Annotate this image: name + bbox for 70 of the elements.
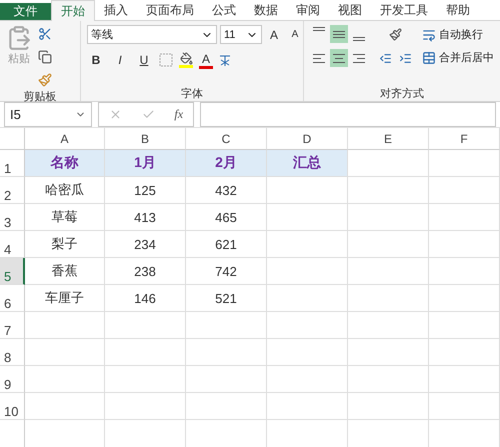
header-cell: 2月 [186,150,267,177]
file-tab[interactable]: 文件 [0,3,51,20]
table-cell: 梨子 [25,231,105,258]
table-cell: 238 [105,258,186,285]
bold-button[interactable]: B [87,51,105,69]
vertical-align-icon [333,30,345,38]
insert-function-button[interactable]: fx [174,107,184,122]
vertical-align-icon [353,37,365,41]
format-painter-button[interactable] [36,71,54,89]
ribbon-tab[interactable]: 开始 [51,0,95,21]
font-color-button[interactable]: A [199,52,213,68]
merge-center-button[interactable]: 合并后居中 [422,50,494,65]
group-title: 剪贴板 [22,90,58,104]
vertical-align-icon [313,27,325,31]
merge-cells-icon [422,50,436,64]
table-cell: 哈密瓜 [25,177,105,204]
table-cell: 465 [186,204,267,231]
table-cell: 621 [186,231,267,258]
ribbon-tab[interactable]: 页面布局 [137,0,203,20]
grow-font-button[interactable]: A [265,26,283,44]
ribbon-tab[interactable]: 数据 [245,0,287,20]
row-header[interactable]: 4 [0,231,25,258]
row-header[interactable]: 2 [0,177,25,204]
row-header[interactable]: 3 [0,204,25,231]
ribbon-tab[interactable]: 开发工具 [371,0,437,20]
row-header[interactable]: 7 [0,312,25,339]
table-cell: 125 [105,177,186,204]
table-cell: 413 [105,204,186,231]
table-cell: 742 [186,258,267,285]
group-title: 字体 [180,86,204,101]
copy-button[interactable] [36,48,54,66]
horizontal-align-icon [353,54,365,62]
row-header[interactable]: 6 [0,285,25,312]
ribbon-tab[interactable]: 插入 [95,0,137,20]
font-name-dropdown[interactable]: 等线 [87,25,217,44]
underline-button[interactable]: U [135,51,153,69]
wrap-text-icon [422,28,436,42]
name-box[interactable]: I5 [4,102,92,127]
header-cell: 汇总 [267,150,348,177]
table-cell: 432 [186,177,267,204]
table-cell: 香蕉 [25,258,105,285]
ribbon-tab[interactable]: 视图 [329,0,371,20]
table-cell: 146 [105,285,186,312]
row-header[interactable]: 10 [0,393,25,420]
header-cell: 名称 [25,150,105,177]
increase-indent-icon [398,52,412,64]
ribbon-tab[interactable]: 公式 [203,0,245,20]
decrease-indent-icon [378,52,392,64]
fill-color-button[interactable] [179,52,193,68]
horizontal-align-icon [333,54,345,62]
italic-button[interactable]: I [111,51,129,69]
row-header[interactable]: 8 [0,339,25,366]
formula-input[interactable] [200,102,496,127]
row-header[interactable]: 9 [0,366,25,393]
horizontal-align-button[interactable] [330,49,348,67]
font-size-dropdown[interactable]: 11 [220,25,262,44]
group-title: 对齐方式 [379,86,425,101]
table-cell: 521 [186,285,267,312]
table-cell: 234 [105,231,186,258]
header-cell: 1月 [105,150,186,177]
ribbon-tab[interactable]: 审阅 [287,0,329,20]
vertical-align-button[interactable] [330,25,348,43]
table-cell: 车厘子 [25,285,105,312]
ribbon-tab[interactable]: 帮助 [437,0,479,20]
horizontal-align-icon [313,54,325,62]
row-header[interactable]: 5 [0,258,25,285]
shrink-font-button[interactable]: A [286,26,304,44]
row-header[interactable]: 1 [0,150,25,177]
table-cell: 草莓 [25,204,105,231]
wrap-text-button[interactable]: 自动换行 [422,27,483,42]
